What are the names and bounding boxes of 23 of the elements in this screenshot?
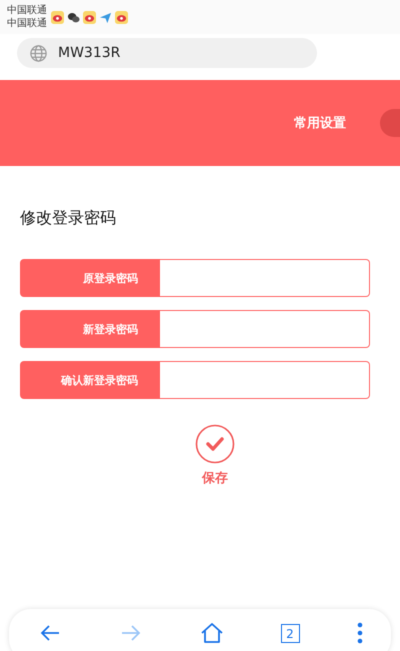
field-label: 原登录密码 [20,259,160,297]
more-menu-icon[interactable] [356,622,362,644]
globe-icon [29,44,48,62]
url-text: MW313R [58,45,120,61]
password-input[interactable] [160,361,370,399]
tab-count[interactable]: 2 [280,624,300,643]
chat-bubbles-icon [67,10,80,24]
home-icon[interactable] [200,621,224,645]
field-label: 新登录密码 [20,310,160,348]
eye-icon [83,10,96,24]
password-input[interactable] [160,310,370,348]
field-label: 确认新登录密码 [20,361,160,399]
nav-tab[interactable]: 常用设置 [294,114,346,132]
password-input[interactable] [160,259,370,297]
save-button[interactable]: 保存 [195,424,235,487]
paper-plane-icon [99,10,112,24]
eye-icon [115,10,128,24]
address-bar[interactable]: MW313R [17,38,317,68]
carrier-name: 中国联通 [7,4,47,17]
eye-icon [51,10,64,24]
form-title: 修改登录密码 [20,208,117,229]
carrier-name: 中国联通 [7,17,47,30]
check-circle-icon [195,424,235,464]
